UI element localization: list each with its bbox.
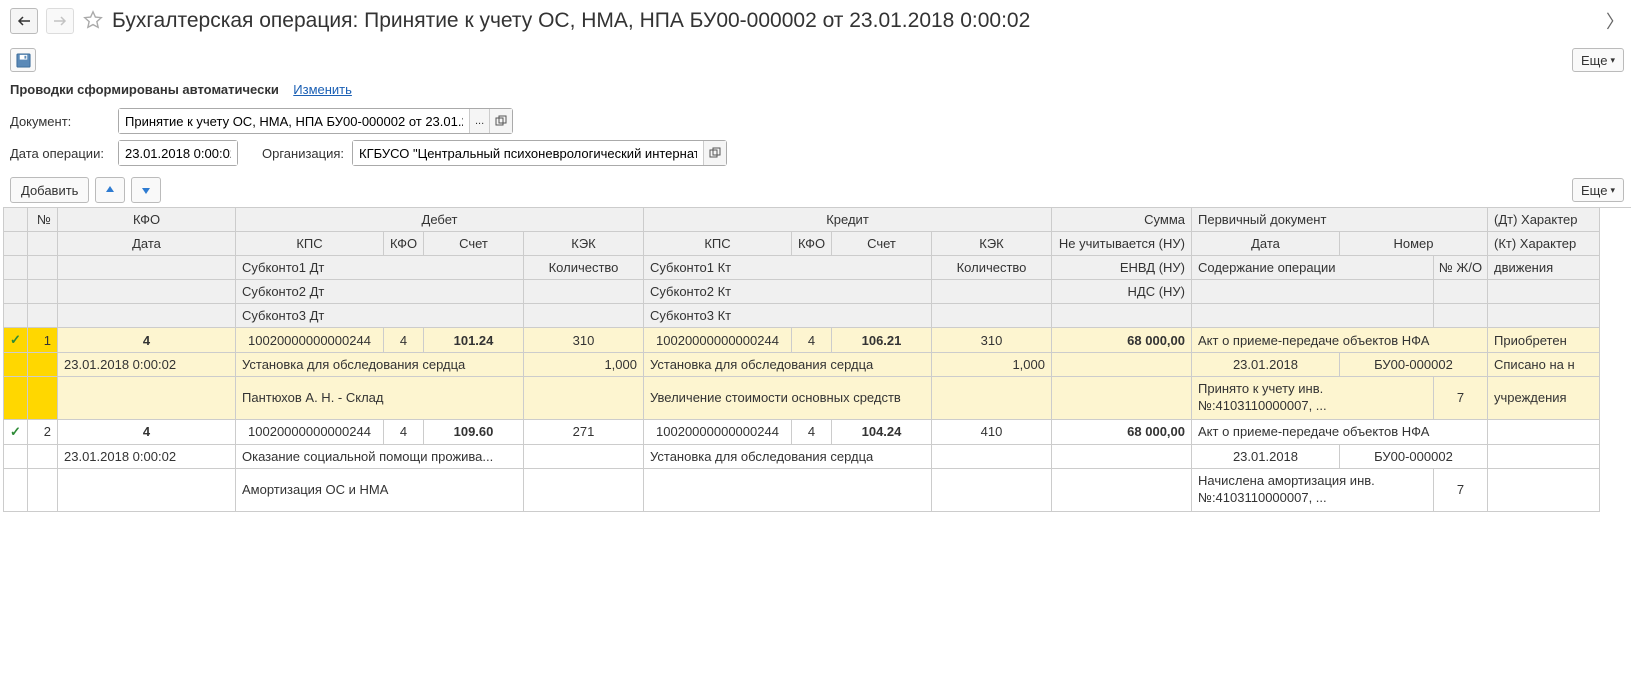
org-field[interactable] [352,140,727,166]
change-link[interactable]: Изменить [293,82,352,97]
open-org-button[interactable] [703,141,726,165]
table-row[interactable]: Пантюхов А. Н. - Склад Увеличение стоимо… [4,377,1631,420]
org-label: Организация: [262,146,344,161]
col-sk1k: Субконто1 Кт [644,256,932,280]
table-row[interactable]: 23.01.2018 0:00:02 Установка для обследо… [4,353,1631,377]
date-field[interactable] [118,140,238,166]
col-acct-c: Счет [832,232,932,256]
col-date: Дата [58,232,236,256]
col-jnum: № Ж/О [1434,256,1488,280]
doc-label: Документ: [10,114,110,129]
ellipsis-button[interactable]: ... [469,109,489,133]
col-acct-d: Счет [424,232,524,256]
check-icon: ✓ [4,420,28,445]
col-dtchar: (Дт) Характер [1488,208,1600,232]
transactions-grid[interactable]: № КФО Дебет Кредит Сумма Первичный докум… [3,207,1631,512]
col-num: № [28,208,58,232]
favorite-icon[interactable] [82,9,104,34]
auto-info: Проводки сформированы автоматически [10,82,279,97]
col-sk3k: Субконто3 Кт [644,304,932,328]
back-button[interactable] [10,8,38,34]
col-credit: Кредит [644,208,1052,232]
open-button[interactable] [489,109,512,133]
col-qty-d: Количество [524,256,644,280]
move-down-button[interactable] [131,177,161,203]
table-row[interactable]: ✓ 1 4 10020000000000244 4 101.24 310 100… [4,328,1631,353]
col-sk3d: Субконто3 Дт [236,304,524,328]
doc-field[interactable]: ... [118,108,513,134]
more-button-table[interactable]: Еще▾ [1572,178,1624,202]
col-sk1d: Субконто1 Дт [236,256,524,280]
forward-button[interactable] [46,8,74,34]
col-sod: Содержание операции [1192,256,1434,280]
save-button[interactable] [10,48,36,72]
col-debit: Дебет [236,208,644,232]
table-row[interactable]: Амортизация ОС и НМА Начислена амортизац… [4,469,1631,512]
table-row[interactable]: ✓ 2 4 10020000000000244 4 109.60 271 100… [4,420,1631,445]
col-sk2d: Субконто2 Дт [236,280,524,304]
date-label: Дата операции: [10,146,110,161]
col-envd: ЕНВД (НУ) [1052,256,1192,280]
col-kek-c: КЭК [932,232,1052,256]
more-button-top[interactable]: Еще▾ [1572,48,1624,72]
col-nds: НДС (НУ) [1052,280,1192,304]
table-row[interactable]: 23.01.2018 0:00:02 Оказание социальной п… [4,445,1631,469]
close-icon[interactable]: 〉 [1606,8,1624,34]
col-qty-c: Количество [932,256,1052,280]
add-button[interactable]: Добавить [10,177,89,203]
col-sk2k: Субконто2 Кт [644,280,932,304]
col-docdate: Дата [1192,232,1340,256]
col-kfo: КФО [58,208,236,232]
col-kfo2-c: КФО [792,232,832,256]
check-icon: ✓ [4,328,28,353]
col-kps-d: КПС [236,232,384,256]
col-ktchar: (Кт) Характер [1488,232,1600,256]
col-sum: Сумма [1052,208,1192,232]
col-kps-c: КПС [644,232,792,256]
col-kek-d: КЭК [524,232,644,256]
col-docnum: Номер [1340,232,1488,256]
col-primdoc: Первичный документ [1192,208,1488,232]
page-title: Бухгалтерская операция: Принятие к учету… [112,9,1030,33]
col-dvizh: движения [1488,256,1600,280]
col-kfo2-d: КФО [384,232,424,256]
move-up-button[interactable] [95,177,125,203]
col-noacc: Не учитывается (НУ) [1052,232,1192,256]
